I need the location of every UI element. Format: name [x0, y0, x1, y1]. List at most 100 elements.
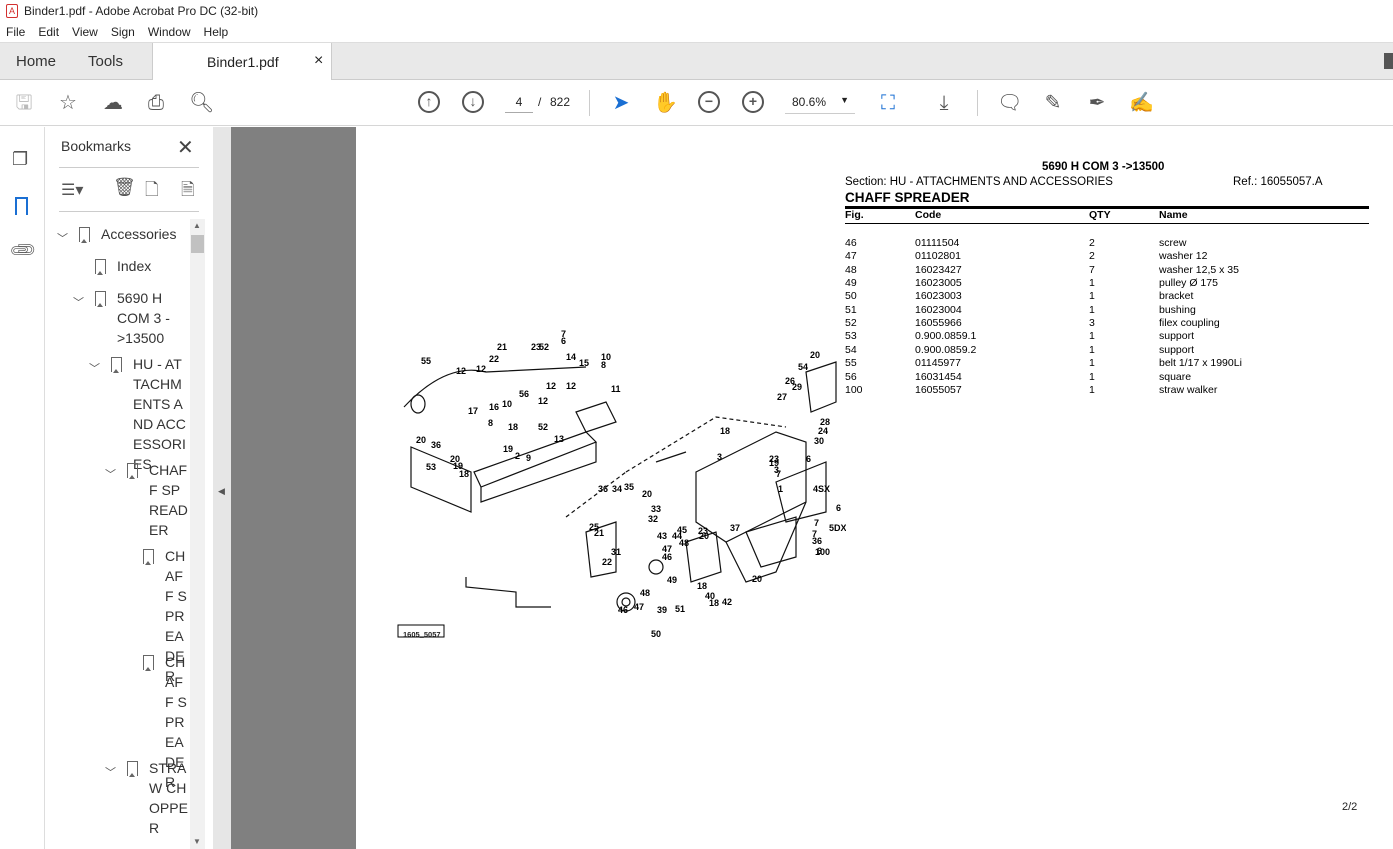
bookmark-straw-chopper[interactable]: STRAW CHOPPER [149, 758, 189, 838]
share-icon[interactable] [1384, 53, 1393, 69]
panel-collapse-handle[interactable]: ◀ [213, 127, 231, 849]
cell-code: 16031454 [915, 370, 962, 383]
part-callout: 30 [814, 436, 824, 446]
cell-code: 01102801 [915, 250, 961, 263]
cell-name: belt 1/17 x 1990Li [1159, 357, 1242, 370]
save-icon[interactable]: 🖫 [12, 91, 36, 115]
part-callout: 12 [456, 366, 466, 376]
part-callout: 13 [554, 434, 564, 444]
part-callout: 6 [836, 503, 841, 513]
highlight-pen-icon[interactable]: ✎ [1041, 91, 1065, 115]
zoom-in-icon[interactable]: + [742, 91, 764, 113]
tab-home[interactable]: Home [16, 53, 56, 70]
cell-fig: 51 [845, 303, 857, 316]
page-thumbnails-icon[interactable]: ❐ [12, 149, 28, 170]
scroll-mode-icon[interactable]: ⤓ [932, 91, 956, 115]
bookmark-star-icon[interactable]: ☆ [56, 91, 80, 115]
part-callout: 46 [662, 552, 672, 562]
bookmark-model[interactable]: 5690 H COM 3 ->13500 [117, 288, 177, 348]
menu-file[interactable]: File [6, 25, 25, 39]
cell-qty: 2 [1089, 237, 1095, 249]
menu-sign[interactable]: Sign [111, 25, 135, 39]
fit-page-icon[interactable]: ⛶ [876, 91, 900, 115]
part-callout: 22 [602, 557, 612, 567]
attachments-icon[interactable]: 📎︎ [8, 235, 39, 266]
part-callout: 42 [722, 597, 732, 607]
previous-page-icon[interactable]: ↑ [418, 91, 440, 113]
cell-name: screw [1159, 237, 1187, 249]
acrobat-pdf-icon: A [6, 4, 18, 18]
zoom-out-icon[interactable]: − [698, 91, 720, 113]
col-fig: Fig. [845, 209, 864, 221]
expand-chevron-icon[interactable]: ﹀ [73, 294, 84, 310]
search-zoom-icon[interactable]: 🔍︎ [189, 91, 214, 115]
expand-chevron-icon[interactable]: ﹀ [89, 360, 100, 376]
part-callout: 31 [611, 547, 621, 557]
bookmark-accessories[interactable]: Accessories [101, 224, 176, 244]
cell-qty: 1 [1089, 383, 1095, 396]
window-title: Binder1.pdf - Adobe Acrobat Pro DC (32-b… [24, 4, 259, 18]
menu-help[interactable]: Help [204, 25, 229, 39]
expand-chevron-icon[interactable]: ﹀ [57, 230, 68, 246]
cell-code: 0.900.0859.1 [915, 330, 977, 343]
options-menu-icon[interactable]: ☰▾ [61, 180, 83, 200]
page-title: CHAFF SPREADER [845, 190, 970, 205]
part-callout: 2 [515, 451, 520, 461]
scroll-down-icon[interactable]: ▼ [193, 837, 201, 846]
part-callout: 34 [612, 484, 622, 494]
hand-tool-icon[interactable]: ✋ [653, 91, 678, 115]
col-code: Code [915, 209, 942, 221]
sign-pen-icon[interactable]: ✒ [1085, 91, 1109, 115]
tab-tools[interactable]: Tools [88, 53, 123, 70]
next-page-icon[interactable]: ↓ [462, 91, 484, 113]
menu-view[interactable]: View [72, 25, 98, 39]
menu-bar: File Edit View Sign Window Help [0, 22, 1393, 43]
bookmark-from-selection-icon[interactable]: 🗎 [181, 177, 195, 206]
scrollbar-thumb[interactable] [191, 235, 204, 253]
bookmark-chaff-spreader[interactable]: CHAFF SPREADER [149, 460, 189, 540]
part-callout: 8 [601, 360, 606, 370]
cell-name: washer 12 [1159, 250, 1208, 263]
close-tab-icon[interactable]: × [314, 52, 323, 70]
part-callout: 43 [657, 531, 667, 541]
part-callout: 39 [657, 605, 667, 615]
cell-name: washer 12,5 x 35 [1159, 263, 1239, 276]
close-panel-icon[interactable]: ✕ [177, 135, 194, 160]
part-callout: 100 [815, 547, 830, 557]
delete-bookmark-icon[interactable]: 🗑︎ [113, 177, 136, 198]
part-callout: 1 [778, 484, 783, 494]
expand-chevron-icon[interactable]: ﹀ [105, 466, 116, 482]
part-callout: 56 [519, 389, 529, 399]
comment-icon[interactable]: 🗨︎ [997, 91, 1022, 115]
bookmark-section[interactable]: HU - ATTACHMENTS AND ACCESSORIES [133, 354, 189, 474]
bookmarks-scrollbar[interactable]: ▲ ▼ [190, 219, 205, 849]
cell-qty: 1 [1089, 330, 1095, 343]
collapse-arrow-icon[interactable]: ◀ [218, 486, 225, 497]
bookmark-icon [111, 357, 122, 373]
part-callout: 21 [497, 342, 507, 352]
part-callout: 20 [699, 531, 709, 541]
part-callout: 52 [538, 422, 548, 432]
zoom-level-select[interactable]: 80.6% ▼ [785, 90, 855, 114]
part-callout: 48 [679, 538, 689, 548]
tab-document[interactable]: Binder1.pdf × [152, 43, 332, 80]
cell-fig: 47 [845, 250, 857, 263]
upload-cloud-icon[interactable]: ☁ [101, 91, 125, 115]
cell-name: pulley Ø 175 [1159, 277, 1218, 290]
menu-window[interactable]: Window [148, 25, 191, 39]
scroll-up-icon[interactable]: ▲ [193, 221, 201, 230]
print-icon[interactable]: ⎙ [144, 91, 168, 115]
part-callout: 15 [579, 358, 589, 368]
new-bookmark-icon[interactable]: 🗋 [145, 177, 159, 206]
part-callout: 6 [561, 336, 566, 346]
page-number-input[interactable]: 4 [505, 95, 533, 113]
cell-code: 16055057 [915, 383, 962, 396]
expand-chevron-icon[interactable]: ﹀ [105, 764, 116, 780]
menu-edit[interactable]: Edit [38, 25, 59, 39]
select-cursor-icon[interactable]: ➤ [609, 91, 633, 115]
bookmarks-icon[interactable] [15, 197, 28, 215]
bookmark-index[interactable]: Index [117, 256, 151, 276]
part-callout: 18 [459, 469, 469, 479]
section-heading: Section: HU - ATTACHMENTS AND ACCESSORIE… [845, 176, 1113, 188]
edit-pdf-icon[interactable]: ✍ [1129, 91, 1154, 115]
